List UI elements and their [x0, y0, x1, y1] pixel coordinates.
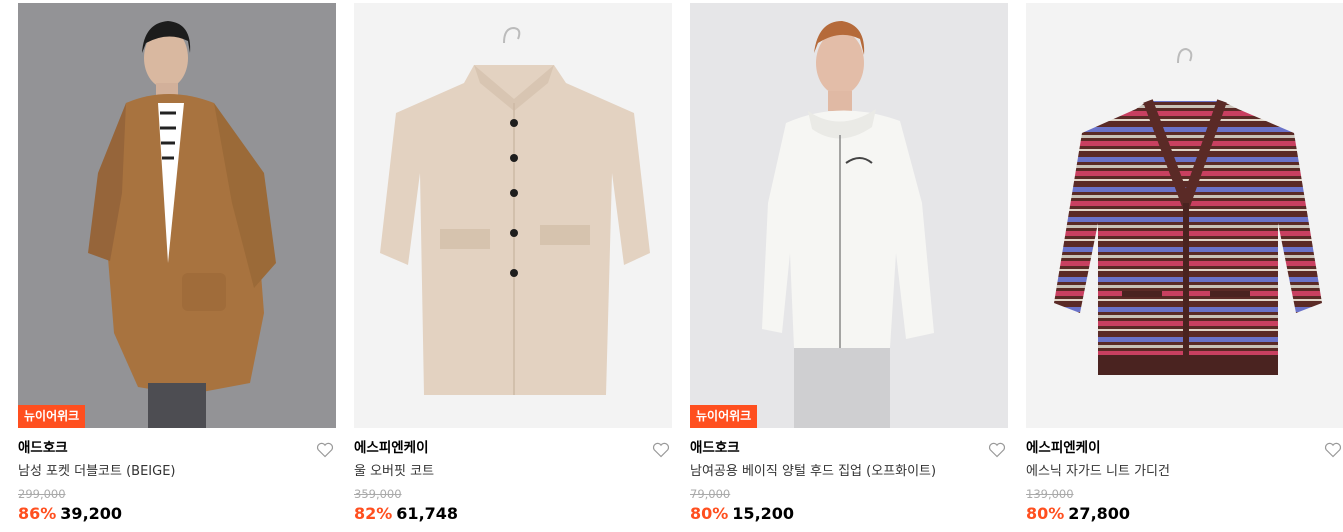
- product-photo-wool-coat: [354, 3, 672, 428]
- brand-name[interactable]: 애드호크: [690, 439, 1008, 457]
- product-image[interactable]: [1026, 3, 1343, 428]
- product-image[interactable]: 뉴이어위크: [18, 3, 336, 428]
- original-price: 139,000: [1026, 487, 1074, 501]
- product-name[interactable]: 남성 포켓 더블코트 (BEIGE): [18, 463, 336, 481]
- product-image[interactable]: 뉴이어위크: [690, 3, 1008, 428]
- product-card[interactable]: 뉴이어위크 애드호크 남성 포켓 더블코트 (BEIGE) 299,000 86…: [18, 3, 336, 525]
- original-price: 299,000: [18, 487, 66, 501]
- product-photo-white-hoodie: [690, 3, 1008, 428]
- product-image[interactable]: [354, 3, 672, 428]
- product-grid: 뉴이어위크 애드호크 남성 포켓 더블코트 (BEIGE) 299,000 86…: [0, 0, 1343, 532]
- heart-outline-icon[interactable]: [316, 442, 334, 458]
- brand-name[interactable]: 애드호크: [18, 439, 336, 457]
- discount-rate: 86%: [18, 504, 57, 523]
- product-card[interactable]: 뉴이어위크 애드호크 남여공용 베이직 양털 후드 집업 (오프화이트) 79,…: [690, 3, 1008, 525]
- brand-name[interactable]: 에스피엔케이: [1026, 439, 1343, 457]
- price-line: 86% 39,200: [18, 503, 336, 525]
- sale-price: 27,800: [1068, 504, 1131, 523]
- brand-name[interactable]: 에스피엔케이: [354, 439, 672, 457]
- price-line: 80% 27,800: [1026, 503, 1343, 525]
- product-card[interactable]: 에스피엔케이 에스닉 자가드 니트 가디건 139,000 80% 27,800: [1026, 3, 1343, 525]
- sale-price: 61,748: [396, 504, 459, 523]
- discount-rate: 82%: [354, 504, 393, 523]
- discount-rate: 80%: [1026, 504, 1065, 523]
- price-line: 80% 15,200: [690, 503, 1008, 525]
- sale-price: 39,200: [60, 504, 123, 523]
- promo-badge: 뉴이어위크: [18, 405, 86, 428]
- sale-price: 15,200: [732, 504, 795, 523]
- original-price: 79,000: [690, 487, 731, 501]
- price-line: 82% 61,748: [354, 503, 672, 525]
- product-photo-man-beige-coat: [18, 3, 336, 428]
- product-photo-knit-cardigan: [1026, 3, 1343, 428]
- heart-outline-icon[interactable]: [1324, 442, 1342, 458]
- product-name[interactable]: 에스닉 자가드 니트 가디건: [1026, 463, 1343, 481]
- heart-outline-icon[interactable]: [988, 442, 1006, 458]
- promo-badge: 뉴이어위크: [690, 405, 758, 428]
- heart-outline-icon[interactable]: [652, 442, 670, 458]
- product-name[interactable]: 남여공용 베이직 양털 후드 집업 (오프화이트): [690, 463, 1008, 481]
- product-name[interactable]: 울 오버핏 코트: [354, 463, 672, 481]
- discount-rate: 80%: [690, 504, 729, 523]
- product-card[interactable]: 에스피엔케이 울 오버핏 코트 359,000 82% 61,748: [354, 3, 672, 525]
- original-price: 359,000: [354, 487, 402, 501]
